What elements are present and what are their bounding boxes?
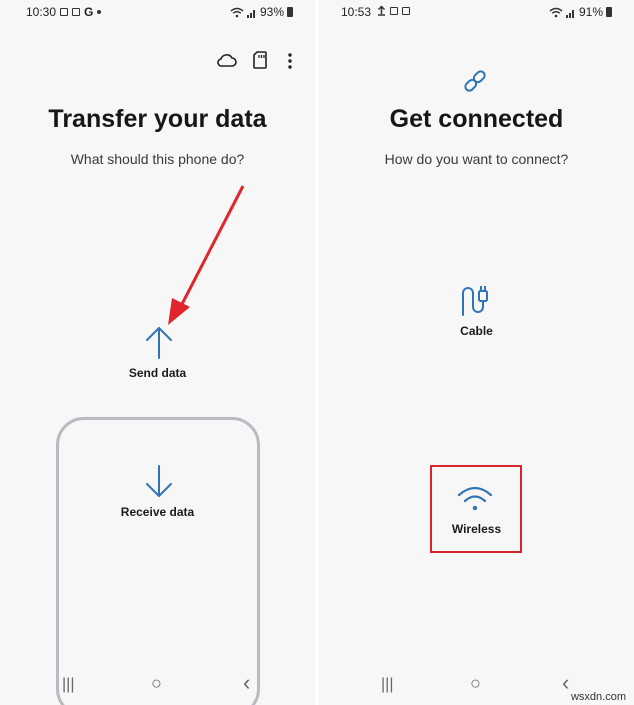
notification-icons: G xyxy=(60,5,102,19)
check-box-icon xyxy=(72,8,80,16)
image-icon xyxy=(60,8,68,16)
receive-data-card[interactable] xyxy=(56,417,260,705)
send-data-label: Send data xyxy=(128,366,187,380)
battery-icon xyxy=(287,7,293,17)
status-bar: 10:30 G 93% xyxy=(0,0,315,24)
watermark: wsxdn.com xyxy=(570,691,626,703)
page-title: Transfer your data xyxy=(48,105,267,133)
page-subtitle: What should this phone do? xyxy=(70,151,245,167)
google-g-icon: G xyxy=(84,5,94,19)
status-time: 10:53 xyxy=(341,5,372,19)
page-subtitle: How do you want to connect? xyxy=(384,151,569,167)
notification-icons xyxy=(377,5,410,16)
battery-percent: 93% xyxy=(259,5,284,19)
back-button[interactable]: ‹ xyxy=(243,670,250,696)
signal-icon xyxy=(565,9,574,18)
signal-icon xyxy=(246,9,255,18)
navigation-bar: ||| ○ ‹ xyxy=(0,670,315,705)
recents-button[interactable]: ||| xyxy=(62,676,74,694)
arrow-up-icon xyxy=(146,327,172,359)
annotation-arrow xyxy=(168,185,245,325)
battery-percent: 91% xyxy=(578,5,603,19)
page-title: Get connected xyxy=(389,105,564,133)
dot-icon xyxy=(97,10,102,14)
home-button[interactable]: ○ xyxy=(151,673,162,694)
receive-data-label: Receive data xyxy=(120,505,195,519)
system-icons: 91% xyxy=(549,5,612,19)
more-vert-icon[interactable] xyxy=(286,52,294,70)
image-icon xyxy=(402,6,410,15)
right-phone-screen: 10:53 91% Get connected How do you want … xyxy=(319,0,634,705)
cloud-icon[interactable] xyxy=(217,52,237,68)
left-phone-screen: 10:30 G 93% Transfer your data What shou… xyxy=(0,0,315,705)
sd-card-icon[interactable] xyxy=(253,51,267,69)
cable-label: Cable xyxy=(460,324,493,338)
recents-button[interactable]: ||| xyxy=(381,676,393,694)
cable-icon xyxy=(462,286,488,316)
home-button[interactable]: ○ xyxy=(470,673,481,694)
status-bar: 10:53 91% xyxy=(319,0,634,24)
wifi-status-icon xyxy=(549,7,563,17)
arrow-down-icon xyxy=(146,465,172,497)
status-time: 10:30 xyxy=(26,5,57,19)
battery-icon xyxy=(606,7,612,17)
image-icon xyxy=(390,6,398,15)
back-button[interactable]: ‹ xyxy=(562,670,569,696)
link-icon xyxy=(464,70,486,92)
wireless-highlight-box xyxy=(430,465,522,553)
upload-icon xyxy=(377,5,386,16)
wifi-status-icon xyxy=(230,7,244,17)
system-icons: 93% xyxy=(230,5,293,19)
